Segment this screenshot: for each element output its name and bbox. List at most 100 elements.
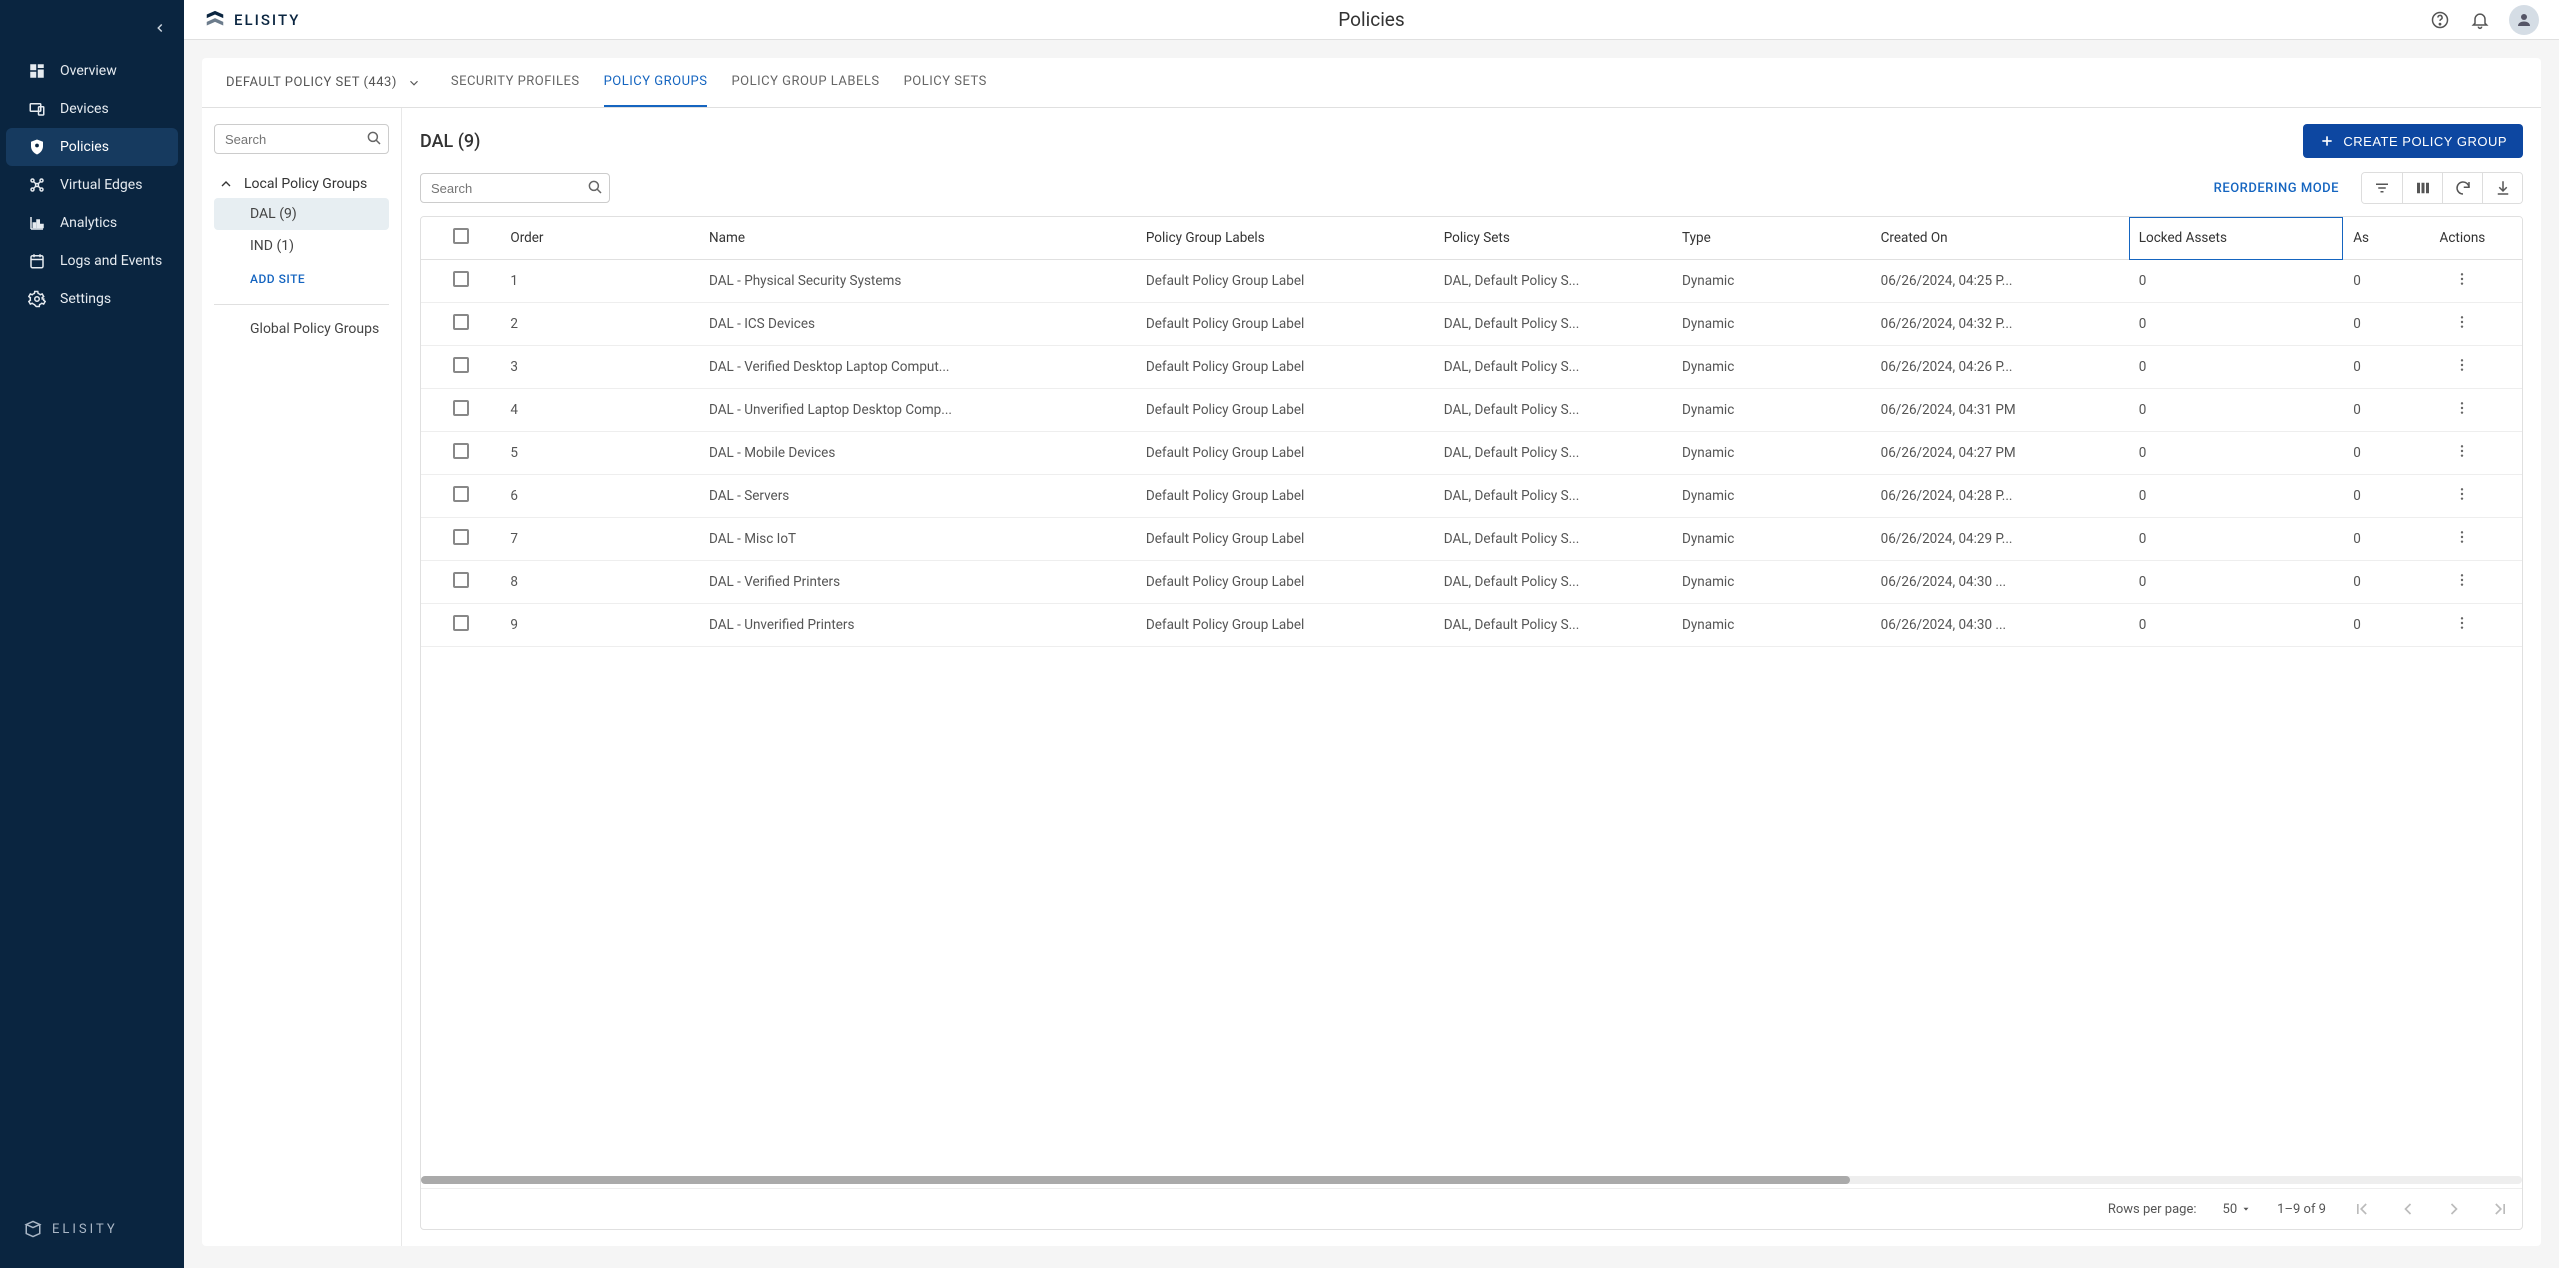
chevron-right-icon bbox=[2444, 1199, 2464, 1219]
rows-per-page-select[interactable]: 50 bbox=[2223, 1202, 2252, 1217]
table-search-input[interactable] bbox=[420, 173, 610, 203]
row-checkbox[interactable] bbox=[453, 271, 469, 287]
col-sets[interactable]: Policy Sets bbox=[1434, 217, 1672, 260]
sidebar-item-devices[interactable]: Devices bbox=[0, 90, 184, 128]
row-actions-menu[interactable] bbox=[2454, 529, 2470, 545]
sidebar-item-settings[interactable]: Settings bbox=[0, 280, 184, 318]
row-actions-menu[interactable] bbox=[2454, 572, 2470, 588]
table-row[interactable]: 1 DAL - Physical Security Systems Defaul… bbox=[421, 260, 2522, 303]
more-vert-icon bbox=[2454, 529, 2470, 545]
row-checkbox[interactable] bbox=[453, 615, 469, 631]
cell-sets: DAL, Default Policy S... bbox=[1434, 475, 1672, 518]
sidebar-collapse-button[interactable] bbox=[146, 14, 174, 42]
row-checkbox[interactable] bbox=[453, 400, 469, 416]
sidebar-item-logs-and-events[interactable]: Logs and Events bbox=[0, 242, 184, 280]
filter-button[interactable] bbox=[2362, 173, 2402, 203]
notifications-button[interactable] bbox=[2469, 9, 2491, 31]
refresh-button[interactable] bbox=[2442, 173, 2482, 203]
col-type[interactable]: Type bbox=[1672, 217, 1871, 260]
sidebar-search-input[interactable] bbox=[214, 124, 389, 154]
row-actions-menu[interactable] bbox=[2454, 486, 2470, 502]
row-checkbox[interactable] bbox=[453, 529, 469, 545]
row-actions-menu[interactable] bbox=[2454, 314, 2470, 330]
col-created[interactable]: Created On bbox=[1871, 217, 2129, 260]
scrollbar-thumb[interactable] bbox=[421, 1176, 1850, 1184]
cell-sets: DAL, Default Policy S... bbox=[1434, 260, 1672, 303]
sidebar-item-overview[interactable]: Overview bbox=[0, 52, 184, 90]
chevron-down-icon bbox=[407, 76, 421, 90]
col-as[interactable]: As bbox=[2343, 217, 2403, 260]
horizontal-scrollbar[interactable] bbox=[421, 1176, 2522, 1184]
tab-policy-sets[interactable]: POLICY SETS bbox=[904, 58, 987, 107]
columns-button[interactable] bbox=[2402, 173, 2442, 203]
table-row[interactable]: 5 DAL - Mobile Devices Default Policy Gr… bbox=[421, 432, 2522, 475]
sidebar-item-policies[interactable]: Policies bbox=[6, 128, 178, 166]
cell-labels: Default Policy Group Label bbox=[1136, 260, 1434, 303]
cell-created: 06/26/2024, 04:30 ... bbox=[1871, 604, 2129, 647]
reordering-mode-button[interactable]: REORDERING MODE bbox=[2204, 181, 2349, 196]
cell-created: 06/26/2024, 04:29 P... bbox=[1871, 518, 2129, 561]
main: ELISITY Policies DEFAULT POLICY SET bbox=[184, 0, 2559, 1268]
header-actions bbox=[2429, 5, 2539, 35]
cell-order: 9 bbox=[500, 604, 699, 647]
toolbar-icon-group bbox=[2361, 172, 2523, 204]
row-actions-menu[interactable] bbox=[2454, 271, 2470, 287]
tab-policy-group-labels[interactable]: POLICY GROUP LABELS bbox=[731, 58, 879, 107]
row-checkbox[interactable] bbox=[453, 443, 469, 459]
help-icon bbox=[2430, 10, 2450, 30]
cell-created: 06/26/2024, 04:27 PM bbox=[1871, 432, 2129, 475]
table-row[interactable]: 7 DAL - Misc IoT Default Policy Group La… bbox=[421, 518, 2522, 561]
local-policy-groups-header[interactable]: Local Policy Groups bbox=[214, 170, 389, 198]
row-actions-menu[interactable] bbox=[2454, 400, 2470, 416]
page-next-button[interactable] bbox=[2444, 1199, 2464, 1219]
site-item-dal[interactable]: DAL (9) bbox=[214, 198, 389, 230]
table-search bbox=[420, 173, 610, 203]
row-actions-menu[interactable] bbox=[2454, 357, 2470, 373]
table-row[interactable]: 6 DAL - Servers Default Policy Group Lab… bbox=[421, 475, 2522, 518]
add-site-button[interactable]: ADD SITE bbox=[214, 262, 389, 296]
sidebar-item-virtual-edges[interactable]: Virtual Edges bbox=[0, 166, 184, 204]
select-all-checkbox[interactable] bbox=[453, 228, 469, 244]
row-checkbox[interactable] bbox=[453, 486, 469, 502]
user-avatar[interactable] bbox=[2509, 5, 2539, 35]
table-row[interactable]: 4 DAL - Unverified Laptop Desktop Comp..… bbox=[421, 389, 2522, 432]
row-actions-menu[interactable] bbox=[2454, 443, 2470, 459]
col-order[interactable]: Order bbox=[500, 217, 699, 260]
sidebar-item-analytics[interactable]: Analytics bbox=[0, 204, 184, 242]
cell-locked: 0 bbox=[2129, 303, 2343, 346]
col-name[interactable]: Name bbox=[699, 217, 1136, 260]
cell-order: 4 bbox=[500, 389, 699, 432]
table-scroll[interactable]: Order Name Policy Group Labels Policy Se… bbox=[421, 217, 2522, 1172]
tab-policy-groups[interactable]: POLICY GROUPS bbox=[604, 58, 708, 107]
cell-locked: 0 bbox=[2129, 260, 2343, 303]
sidebar-footer-brand: ELISITY bbox=[0, 1220, 184, 1268]
page-first-button[interactable] bbox=[2352, 1199, 2372, 1219]
policy-set-selector[interactable]: DEFAULT POLICY SET (443) bbox=[216, 75, 431, 90]
header-brand: ELISITY bbox=[204, 9, 300, 31]
global-policy-groups-item[interactable]: Global Policy Groups bbox=[214, 313, 389, 345]
table-row[interactable]: 2 DAL - ICS Devices Default Policy Group… bbox=[421, 303, 2522, 346]
table-row[interactable]: 8 DAL - Verified Printers Default Policy… bbox=[421, 561, 2522, 604]
row-actions-menu[interactable] bbox=[2454, 615, 2470, 631]
brand-logo-icon bbox=[24, 1220, 42, 1238]
page-last-button[interactable] bbox=[2490, 1199, 2510, 1219]
tab-security-profiles[interactable]: SECURITY PROFILES bbox=[451, 58, 580, 107]
row-checkbox[interactable] bbox=[453, 314, 469, 330]
content: DEFAULT POLICY SET (443) SECURITY PROFIL… bbox=[184, 40, 2559, 1268]
download-button[interactable] bbox=[2482, 173, 2522, 203]
create-policy-group-button[interactable]: CREATE POLICY GROUP bbox=[2303, 124, 2523, 158]
row-checkbox[interactable] bbox=[453, 357, 469, 373]
col-locked-assets[interactable]: Locked Assets bbox=[2129, 217, 2343, 260]
cell-created: 06/26/2024, 04:31 PM bbox=[1871, 389, 2129, 432]
local-policy-groups-label: Local Policy Groups bbox=[244, 176, 367, 192]
page-last-icon bbox=[2490, 1199, 2510, 1219]
table-row[interactable]: 9 DAL - Unverified Printers Default Poli… bbox=[421, 604, 2522, 647]
cell-labels: Default Policy Group Label bbox=[1136, 561, 1434, 604]
table-row[interactable]: 3 DAL - Verified Desktop Laptop Comput..… bbox=[421, 346, 2522, 389]
col-labels[interactable]: Policy Group Labels bbox=[1136, 217, 1434, 260]
site-item-ind[interactable]: IND (1) bbox=[214, 230, 389, 262]
cell-locked: 0 bbox=[2129, 389, 2343, 432]
help-button[interactable] bbox=[2429, 9, 2451, 31]
page-prev-button[interactable] bbox=[2398, 1199, 2418, 1219]
row-checkbox[interactable] bbox=[453, 572, 469, 588]
